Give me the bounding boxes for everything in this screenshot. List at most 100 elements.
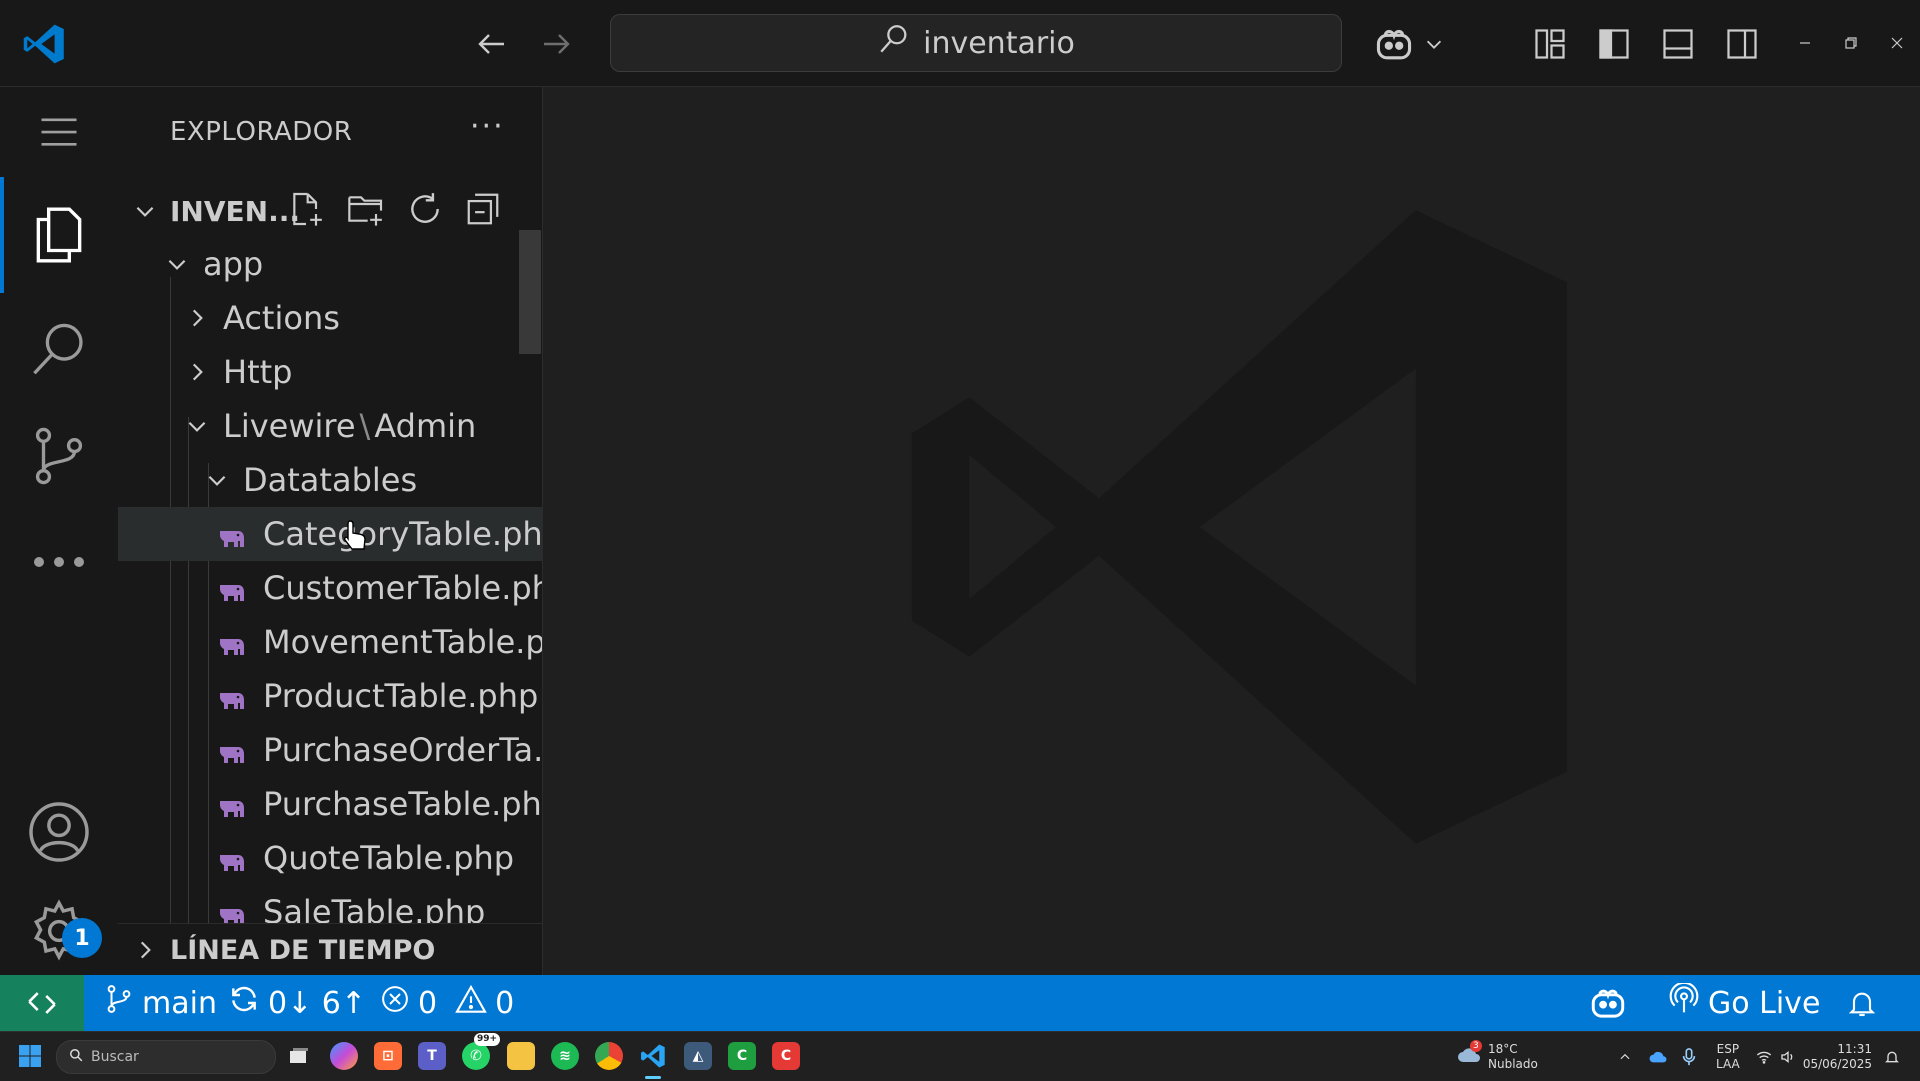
show-hidden-icons-icon[interactable] — [1618, 1032, 1632, 1081]
teams-app-icon[interactable]: T — [418, 1042, 446, 1070]
task-view-icon[interactable] — [285, 1042, 313, 1070]
onedrive-icon[interactable] — [1648, 1032, 1668, 1081]
sync-status[interactable]: 0↓ 6↑ — [228, 975, 366, 1031]
camtasia-recorder-app-icon[interactable]: C — [772, 1042, 800, 1070]
tree-item-label: PurchaseOrderTa... — [263, 731, 542, 769]
file-explorer-app-icon[interactable] — [507, 1042, 535, 1070]
tree-file-categorytable[interactable]: CategoryTable.php — [118, 507, 542, 561]
tree-file-saletable[interactable]: SaleTable.php — [118, 885, 542, 923]
tree-item-label: CategoryTable.php — [263, 515, 542, 553]
notification-center-icon[interactable] — [1884, 1032, 1900, 1081]
tree-item-label: Datatables — [243, 461, 418, 499]
windows-start-icon[interactable] — [18, 1044, 42, 1072]
chrome-app-icon[interactable] — [595, 1042, 623, 1070]
error-count: 0 — [418, 985, 438, 1021]
copilot-app-icon[interactable] — [330, 1042, 358, 1070]
more-actions-button[interactable]: ··· — [470, 109, 505, 144]
notifications-bell-icon[interactable] — [1846, 975, 1878, 1031]
clock[interactable]: 11:31 05/06/2025 — [1803, 1032, 1872, 1081]
refresh-icon[interactable] — [406, 190, 444, 232]
toggle-secondary-sidebar-icon[interactable] — [1720, 22, 1764, 66]
chevron-down-icon — [184, 413, 210, 439]
weather-temperature: 18°C — [1488, 1041, 1518, 1056]
tree-scrollbar[interactable] — [519, 230, 541, 354]
copilot-status-icon[interactable] — [1588, 975, 1628, 1031]
tree-item-label: Admin — [374, 407, 477, 445]
explorer-sidebar: EXPLORADOR ··· INVEN... app Actions Http… — [118, 87, 543, 975]
language-indicator[interactable]: ESP LAA — [1716, 1032, 1740, 1081]
menu-icon[interactable] — [0, 87, 118, 177]
php-elephant-icon — [216, 845, 250, 871]
go-live-button[interactable]: Go Live — [1668, 975, 1820, 1031]
collapse-all-icon[interactable] — [464, 190, 502, 232]
new-folder-icon[interactable] — [346, 189, 386, 233]
taskbar-search-placeholder: Buscar — [91, 1049, 139, 1065]
whatsapp-app-icon[interactable]: ✆ — [462, 1042, 490, 1070]
tree-item-label: ProductTable.php — [263, 677, 539, 715]
accounts-icon[interactable] — [0, 777, 118, 887]
tree-folder-http[interactable]: Http — [118, 345, 542, 399]
vscode-app-icon[interactable] — [639, 1042, 667, 1070]
microphone-icon[interactable] — [1682, 1032, 1696, 1081]
tree-item-label: app — [203, 245, 264, 283]
postman-app-icon[interactable]: ⊡ — [374, 1042, 402, 1070]
chevron-right-icon — [132, 937, 158, 963]
workspace-section-header[interactable]: INVEN... — [118, 186, 542, 236]
toggle-primary-sidebar-icon[interactable] — [1592, 22, 1636, 66]
command-center-search[interactable]: inventario — [610, 14, 1342, 72]
toggle-panel-icon[interactable] — [1656, 22, 1700, 66]
tree-item-label: MovementTable.p... — [263, 623, 542, 661]
chevron-down-icon — [164, 251, 190, 277]
source-control-icon[interactable] — [0, 403, 118, 509]
tree-folder-datatables[interactable]: Datatables — [118, 453, 542, 507]
sync-counts: 0↓ 6↑ — [268, 985, 366, 1021]
new-file-icon[interactable] — [286, 189, 326, 233]
go-live-label: Go Live — [1708, 985, 1821, 1021]
title-bar: inventario — [0, 0, 1920, 87]
chevron-down-icon[interactable] — [1418, 28, 1450, 60]
git-branch-icon — [104, 984, 134, 1022]
tree-file-movementtable[interactable]: MovementTable.p... — [118, 615, 542, 669]
tree-item-label: Actions — [223, 299, 340, 337]
mysql-workbench-app-icon[interactable]: ◭ — [684, 1042, 712, 1070]
weather-widget[interactable]: 3 18°C Nublado — [1456, 1032, 1538, 1081]
search-icon[interactable] — [0, 297, 118, 403]
whatsapp-badge: 99+ — [474, 1033, 501, 1046]
workspace-title: INVEN... — [170, 194, 300, 228]
camtasia-app-icon[interactable]: C — [728, 1042, 756, 1070]
tree-file-quotetable[interactable]: QuoteTable.php — [118, 831, 542, 885]
spotify-app-icon[interactable]: ≋ — [551, 1042, 579, 1070]
php-elephant-icon — [216, 521, 250, 547]
tree-item-label: PurchaseTable.php — [263, 785, 542, 823]
explorer-icon[interactable] — [0, 177, 118, 293]
chevron-down-icon[interactable] — [132, 198, 158, 224]
problems-status[interactable]: 0 0 — [380, 975, 514, 1031]
restore-icon[interactable] — [1836, 28, 1866, 58]
clock-date: 05/06/2025 — [1802, 1056, 1872, 1071]
tree-file-purchasetable[interactable]: PurchaseTable.php — [118, 777, 542, 831]
file-tree: app Actions Http Livewire \ Admin Datata… — [118, 237, 542, 923]
back-arrow-icon[interactable] — [470, 22, 514, 66]
php-elephant-icon — [216, 575, 250, 601]
volume-icon[interactable] — [1780, 1032, 1796, 1081]
taskbar-search-input[interactable]: Buscar — [56, 1040, 276, 1074]
branch-status[interactable]: main — [104, 975, 217, 1031]
remote-indicator-icon[interactable] — [0, 975, 84, 1031]
customize-layout-icon[interactable] — [1528, 22, 1572, 66]
wifi-icon[interactable] — [1756, 1032, 1772, 1081]
tree-folder-livewire-admin[interactable]: Livewire \ Admin — [118, 399, 542, 453]
tree-folder-actions[interactable]: Actions — [118, 291, 542, 345]
mouse-cursor-icon — [342, 519, 368, 557]
copilot-icon[interactable] — [1370, 20, 1418, 68]
tree-folder-app[interactable]: app — [118, 237, 542, 291]
minimize-icon[interactable] — [1790, 28, 1820, 58]
php-elephant-icon — [216, 737, 250, 763]
editor-area[interactable] — [543, 87, 1920, 975]
close-icon[interactable] — [1882, 28, 1912, 58]
tree-file-purchaseordertable[interactable]: PurchaseOrderTa... — [118, 723, 542, 777]
forward-arrow-icon[interactable] — [534, 22, 578, 66]
tree-file-customertable[interactable]: CustomerTable.php — [118, 561, 542, 615]
timeline-section-header[interactable]: LÍNEA DE TIEMPO — [118, 923, 542, 975]
more-views-icon[interactable] — [0, 509, 118, 615]
tree-file-producttable[interactable]: ProductTable.php — [118, 669, 542, 723]
